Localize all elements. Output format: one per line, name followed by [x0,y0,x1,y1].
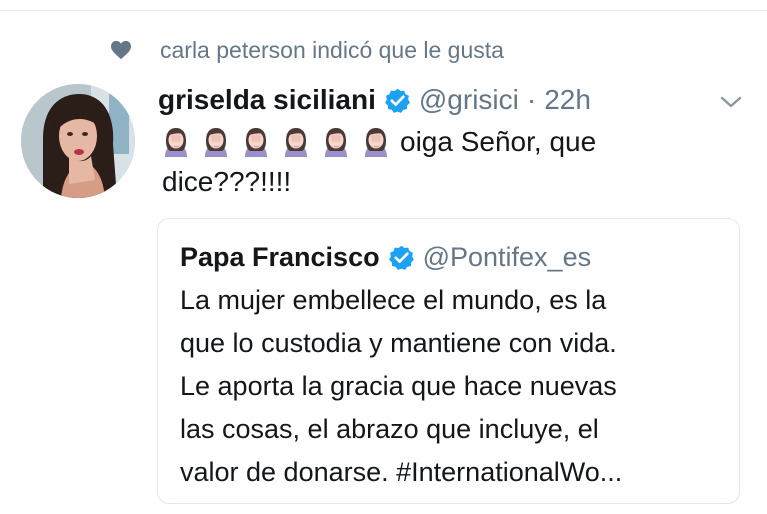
quoted-text-line: valor de donarse. #InternationalWo... [180,457,623,487]
tweet-text: oiga Señor, que dice???!!!! [162,122,722,202]
social-context[interactable]: carla peterson indicó que le gusta [110,34,504,66]
verified-badge-icon [385,88,410,113]
woman-facepalming-icon [365,128,387,157]
quoted-text-line: las cosas, el abrazo que incluye, el [180,414,599,444]
emoji-group [162,127,390,157]
woman-facepalming-icon [285,128,307,157]
quoted-tweet-card[interactable]: Papa Francisco @Pontifex_es La mujer emb… [157,218,740,504]
quoted-tweet-text: La mujer embellece el mundo, es la que l… [180,279,725,494]
verified-badge-icon [388,245,414,270]
tweet-screenshot: carla peterson indicó que le gusta grise… [0,0,767,514]
separator-dot: · [526,84,537,115]
handle[interactable]: @grisici [419,84,519,116]
timestamp[interactable]: 22h [544,84,591,116]
tweet-header: griselda siciliani @grisici · 22h [158,80,591,120]
quoted-display-name[interactable]: Papa Francisco [180,242,380,273]
quoted-handle[interactable]: @Pontifex_es [423,242,592,273]
quoted-text-line: La mujer embellece el mundo, es la [180,285,607,315]
quoted-tweet-header: Papa Francisco @Pontifex_es [180,237,591,277]
woman-facepalming-icon [245,128,267,157]
heart-icon [111,40,131,60]
quoted-text-line: que lo custodia y mantiene con vida. [180,328,617,358]
chevron-down-icon[interactable] [718,92,744,112]
display-name[interactable]: griselda siciliani [158,84,376,116]
woman-facepalming-icon [205,128,227,157]
divider [0,10,767,11]
woman-facepalming-icon [165,128,187,157]
avatar-photo [21,84,135,198]
avatar[interactable] [21,84,135,198]
woman-facepalming-icon [325,128,347,157]
quoted-text-line: Le aporta la gracia que hace nuevas [180,371,617,401]
social-context-text: carla peterson indicó que le gusta [160,37,504,63]
